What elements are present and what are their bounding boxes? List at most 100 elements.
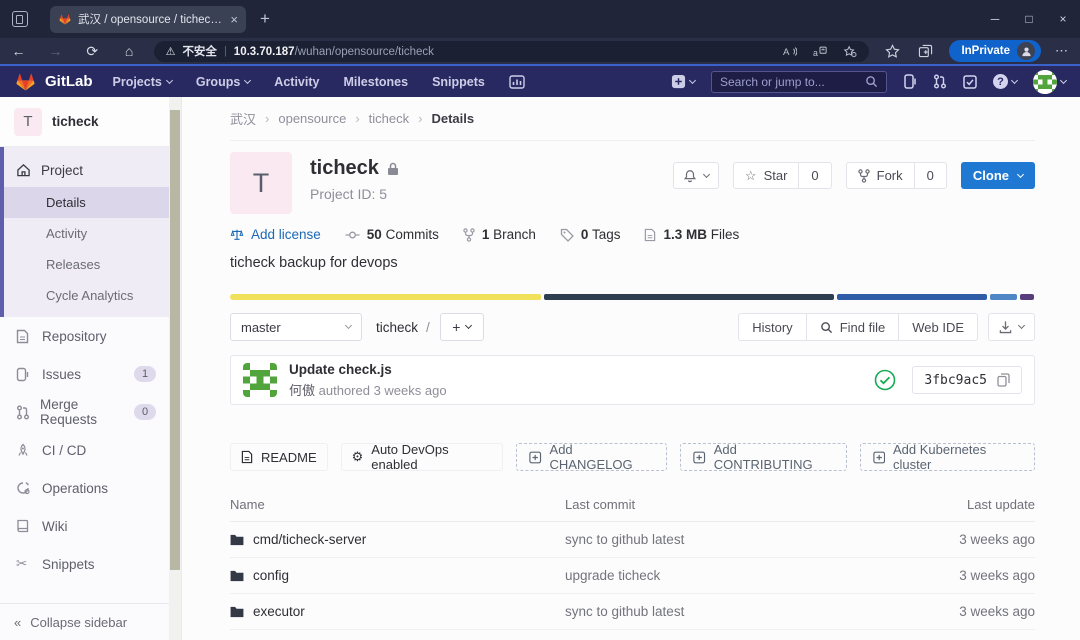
sidebar-scrollbar[interactable]	[169, 97, 181, 640]
sidebar-item-ci-cd[interactable]: CI / CD	[0, 431, 170, 469]
read-aloud-icon[interactable]: A	[783, 45, 798, 58]
tags-link[interactable]: 0 Tags	[560, 227, 620, 242]
tag-icon	[560, 228, 574, 242]
sidebar-item-wiki[interactable]: Wiki	[0, 507, 170, 545]
file-name-cell[interactable]: config	[230, 568, 565, 583]
inprivate-badge[interactable]: InPrivate	[949, 40, 1042, 62]
new-tab-button[interactable]: +	[260, 9, 270, 29]
search-input[interactable]: Search or jump to...	[711, 70, 887, 93]
collections-icon[interactable]	[918, 44, 933, 58]
commit-message-cell[interactable]: upgrade ticheck	[565, 568, 905, 583]
fork-count[interactable]: 0	[914, 162, 947, 189]
url-bar[interactable]: ⚠ 不安全 | 10.3.70.187/wuhan/opensource/tic…	[153, 40, 870, 62]
add-contributing-button[interactable]: Add CONTRIBUTING	[680, 442, 847, 472]
issues-nav-icon[interactable]	[903, 74, 917, 89]
web-ide-button[interactable]: Web IDE	[899, 313, 978, 341]
tab-close-icon[interactable]: ×	[230, 13, 238, 26]
sidebar-item-cycle-analytics[interactable]: Cycle Analytics	[4, 280, 170, 311]
auto-devops-button[interactable]: ⚙ Auto DevOps enabled	[340, 442, 504, 472]
download-button[interactable]	[988, 313, 1035, 341]
table-row: executor sync to github latest 3 weeks a…	[230, 594, 1035, 630]
sidebar-item-merge-requests[interactable]: Merge Requests 0	[0, 393, 170, 431]
breadcrumb-group[interactable]: 武汉	[230, 109, 256, 128]
minimize-button[interactable]: ─	[978, 12, 1012, 26]
commit-message-cell[interactable]: sync to github latest	[565, 532, 905, 547]
nav-snippets[interactable]: Snippets	[432, 75, 485, 89]
collapse-sidebar-button[interactable]: « Collapse sidebar	[0, 603, 170, 640]
commits-link[interactable]: 50 Commits	[345, 227, 439, 242]
sidebar-item-snippets[interactable]: ✂ Snippets	[0, 545, 170, 583]
commit-message-cell[interactable]: sync to github latest	[565, 604, 905, 619]
commit-message-link[interactable]: Update check.js	[289, 362, 447, 377]
tree-root-link[interactable]: ticheck	[376, 320, 418, 335]
nav-milestones[interactable]: Milestones	[343, 75, 408, 89]
new-menu-button[interactable]	[671, 74, 697, 89]
svg-text:a: a	[813, 47, 818, 57]
sidebar-item-operations[interactable]: Operations	[0, 469, 170, 507]
files-link[interactable]: 1.3 MB Files	[644, 227, 739, 242]
nav-groups[interactable]: Groups	[196, 75, 252, 89]
file-name-cell[interactable]: cmd/ticheck-server	[230, 532, 565, 547]
last-update-cell: 3 weeks ago	[959, 568, 1035, 583]
commit-author-avatar[interactable]	[243, 363, 277, 397]
pipeline-passed-icon[interactable]	[874, 369, 896, 391]
file-name-cell[interactable]: executor	[230, 604, 565, 619]
help-menu-button[interactable]: ?	[993, 74, 1019, 89]
sidebar-project-name: ticheck	[52, 114, 99, 129]
sidebar-project-header[interactable]: T ticheck	[0, 97, 170, 147]
maximize-button[interactable]: □	[1012, 12, 1046, 26]
instance-statistics-icon[interactable]	[509, 74, 525, 89]
refresh-icon[interactable]: ⟳	[74, 43, 111, 60]
add-changelog-button[interactable]: Add CHANGELOG	[516, 442, 668, 472]
sidebar-item-project[interactable]: Project	[4, 153, 170, 187]
breadcrumb: 武汉 › opensource › ticheck › Details	[230, 97, 1035, 141]
breadcrumb-subgroup[interactable]: opensource	[278, 111, 346, 126]
gitlab-navbar: GitLab Projects Groups Activity Mileston…	[0, 64, 1080, 97]
nav-activity[interactable]: Activity	[274, 75, 319, 89]
clone-button[interactable]: Clone	[960, 162, 1035, 189]
bookmark-settings-icon[interactable]	[843, 45, 857, 58]
last-update-cell: 3 weeks ago	[959, 604, 1035, 619]
sidebar-section-project: Project Details Activity Releases Cycle …	[0, 147, 170, 317]
commit-info: Update check.js 何傲 authored 3 weeks ago	[289, 362, 447, 399]
sidebar-item-activity[interactable]: Activity	[4, 218, 170, 249]
fork-button[interactable]: Fork	[845, 162, 915, 189]
plus-square-icon	[872, 451, 885, 463]
find-file-button[interactable]: Find file	[806, 313, 900, 341]
todos-nav-icon[interactable]	[963, 74, 977, 89]
nav-projects[interactable]: Projects	[113, 75, 173, 89]
history-button[interactable]: History	[738, 313, 807, 341]
scrollbar-thumb[interactable]	[170, 110, 180, 570]
sidebar-item-releases[interactable]: Releases	[4, 249, 170, 280]
sidebar-item-details[interactable]: Details	[4, 187, 170, 218]
file-table-header: Name Last commit Last update	[230, 491, 1035, 522]
translate-icon[interactable]: a	[813, 45, 828, 58]
readme-button[interactable]: README	[230, 443, 328, 471]
close-button[interactable]: ×	[1046, 12, 1080, 26]
browser-tab[interactable]: 武汉 / opensource / ticheck · Gi ×	[50, 5, 246, 33]
notifications-button[interactable]	[672, 162, 719, 189]
sidebar-item-issues[interactable]: Issues 1	[0, 355, 170, 393]
branches-link[interactable]: 1 Branch	[463, 227, 536, 242]
branch-selector[interactable]: master	[230, 313, 362, 341]
back-icon[interactable]: ←	[0, 43, 37, 59]
sidebar-item-repository[interactable]: Repository	[0, 317, 170, 355]
add-kubernetes-button[interactable]: Add Kubernetes cluster	[859, 442, 1035, 472]
home-icon[interactable]: ⌂	[111, 43, 148, 59]
star-count[interactable]: 0	[799, 162, 832, 189]
add-file-button[interactable]: +	[439, 313, 484, 341]
add-license-link[interactable]: Add license	[230, 227, 321, 242]
merge-requests-nav-icon[interactable]	[933, 74, 947, 89]
browser-menu-icon[interactable]: ⋯	[1055, 43, 1068, 59]
gitlab-brand[interactable]: GitLab	[14, 70, 93, 93]
breadcrumb-project[interactable]: ticheck	[369, 111, 409, 126]
star-button[interactable]: ☆ Star	[732, 162, 800, 189]
favorites-icon[interactable]	[885, 44, 901, 58]
commit-author-link[interactable]: 何傲	[289, 383, 315, 398]
sidebar-item-label: Snippets	[42, 556, 95, 572]
tab-actions-icon[interactable]	[12, 11, 28, 27]
copy-icon[interactable]	[997, 373, 1010, 387]
scissors-icon: ✂	[16, 556, 28, 571]
commit-right: 3fbc9ac5	[874, 366, 1022, 394]
user-menu-button[interactable]	[1033, 69, 1068, 94]
